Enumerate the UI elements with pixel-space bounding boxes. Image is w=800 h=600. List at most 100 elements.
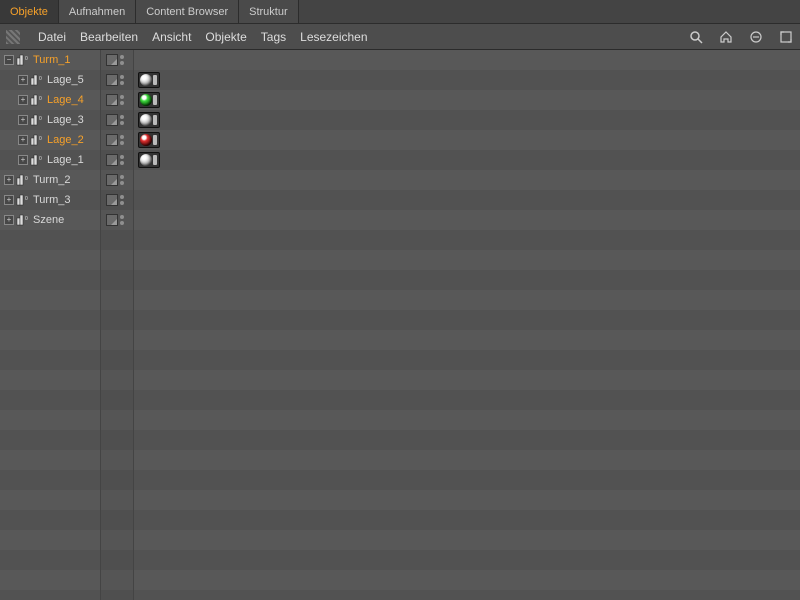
svg-text:0: 0 bbox=[39, 96, 42, 102]
layer-tag-icon[interactable] bbox=[106, 74, 118, 86]
empty-row bbox=[0, 490, 800, 510]
visibility-dots-icon[interactable] bbox=[120, 54, 128, 66]
object-tree[interactable]: −0Turm_1+0Lage_5+0Lage_4+0Lage_3+0Lage_2… bbox=[0, 50, 800, 600]
null-object-icon: 0 bbox=[16, 54, 30, 66]
layer-tag-icon[interactable] bbox=[106, 114, 118, 126]
object-label[interactable]: Turm_1 bbox=[33, 54, 71, 66]
layer-tag-icon[interactable] bbox=[106, 174, 118, 186]
tab-aufnahmen[interactable]: Aufnahmen bbox=[59, 0, 136, 23]
expand-icon[interactable]: + bbox=[18, 75, 28, 85]
null-object-icon: 0 bbox=[30, 74, 44, 86]
empty-row bbox=[0, 330, 800, 350]
collapse-icon[interactable] bbox=[748, 29, 764, 45]
layer-tag-icon[interactable] bbox=[106, 194, 118, 206]
visibility-dots-icon[interactable] bbox=[120, 194, 128, 206]
empty-row bbox=[0, 410, 800, 430]
svg-text:0: 0 bbox=[39, 76, 42, 82]
menu-lesezeichen[interactable]: Lesezeichen bbox=[300, 30, 367, 44]
empty-row bbox=[0, 390, 800, 410]
expand-icon[interactable]: + bbox=[18, 115, 28, 125]
expand-icon[interactable]: + bbox=[18, 155, 28, 165]
empty-row bbox=[0, 550, 800, 570]
object-label[interactable]: Lage_5 bbox=[47, 74, 84, 86]
tree-row[interactable]: −0Turm_1 bbox=[0, 50, 800, 70]
menu-tags[interactable]: Tags bbox=[261, 30, 286, 44]
menu-datei[interactable]: Datei bbox=[38, 30, 66, 44]
object-manager-window: ObjekteAufnahmenContent BrowserStruktur … bbox=[0, 0, 800, 600]
visibility-dots-icon[interactable] bbox=[120, 114, 128, 126]
layer-tag-icon[interactable] bbox=[106, 214, 118, 226]
material-tag-icon[interactable] bbox=[138, 92, 160, 108]
maximize-icon[interactable] bbox=[778, 29, 794, 45]
empty-row bbox=[0, 430, 800, 450]
layer-tag-icon[interactable] bbox=[106, 154, 118, 166]
menu-objekte[interactable]: Objekte bbox=[205, 30, 246, 44]
tree-row[interactable]: +0 Lage_2 bbox=[0, 130, 800, 150]
empty-row bbox=[0, 310, 800, 330]
material-tag-icon[interactable] bbox=[138, 152, 160, 168]
material-tag-icon[interactable] bbox=[138, 112, 160, 128]
expand-icon[interactable]: + bbox=[4, 195, 14, 205]
tab-content-browser[interactable]: Content Browser bbox=[136, 0, 239, 23]
empty-row bbox=[0, 230, 800, 250]
layer-tag-icon[interactable] bbox=[106, 94, 118, 106]
object-label[interactable]: Lage_3 bbox=[47, 114, 84, 126]
null-object-icon: 0 bbox=[30, 114, 44, 126]
expand-icon[interactable]: + bbox=[4, 175, 14, 185]
tab-struktur[interactable]: Struktur bbox=[239, 0, 299, 23]
null-object-icon: 0 bbox=[16, 214, 30, 226]
empty-row bbox=[0, 570, 800, 590]
svg-text:0: 0 bbox=[25, 216, 28, 222]
tree-row[interactable]: +0 Lage_4 bbox=[0, 90, 800, 110]
tree-row[interactable]: +0 Lage_1 bbox=[0, 150, 800, 170]
null-object-icon: 0 bbox=[16, 194, 30, 206]
tree-row[interactable]: +0 Turm_2 bbox=[0, 170, 800, 190]
svg-text:0: 0 bbox=[25, 196, 28, 202]
tree-row[interactable]: +0 Lage_3 bbox=[0, 110, 800, 130]
layer-tag-icon[interactable] bbox=[106, 134, 118, 146]
menubar: Datei Bearbeiten Ansicht Objekte Tags Lesezei… bbox=[0, 24, 800, 50]
empty-row bbox=[0, 590, 800, 600]
tab-objekte[interactable]: Objekte bbox=[0, 0, 59, 23]
tree-row[interactable]: +0 Turm_3 bbox=[0, 190, 800, 210]
visibility-dots-icon[interactable] bbox=[120, 174, 128, 186]
menu-ansicht[interactable]: Ansicht bbox=[152, 30, 191, 44]
object-label[interactable]: Turm_3 bbox=[33, 194, 71, 206]
object-label[interactable]: Lage_2 bbox=[47, 134, 84, 146]
null-object-icon: 0 bbox=[30, 134, 44, 146]
empty-row bbox=[0, 530, 800, 550]
svg-text:0: 0 bbox=[25, 176, 28, 182]
empty-row bbox=[0, 350, 800, 370]
tree-row[interactable]: +0 Szene bbox=[0, 210, 800, 230]
menu-bearbeiten[interactable]: Bearbeiten bbox=[80, 30, 138, 44]
home-icon[interactable] bbox=[718, 29, 734, 45]
empty-row bbox=[0, 510, 800, 530]
search-icon[interactable] bbox=[688, 29, 704, 45]
object-label[interactable]: Szene bbox=[33, 214, 64, 226]
material-tag-icon[interactable] bbox=[138, 72, 160, 88]
object-label[interactable]: Turm_2 bbox=[33, 174, 71, 186]
null-object-icon: 0 bbox=[30, 154, 44, 166]
expand-icon[interactable]: + bbox=[18, 95, 28, 105]
material-tag-icon[interactable] bbox=[138, 132, 160, 148]
null-object-icon: 0 bbox=[30, 94, 44, 106]
null-object-icon: 0 bbox=[16, 174, 30, 186]
visibility-dots-icon[interactable] bbox=[120, 134, 128, 146]
svg-text:0: 0 bbox=[39, 156, 42, 162]
tree-row[interactable]: +0 Lage_5 bbox=[0, 70, 800, 90]
visibility-dots-icon[interactable] bbox=[120, 154, 128, 166]
layer-tag-icon[interactable] bbox=[106, 54, 118, 66]
expand-icon[interactable]: + bbox=[4, 215, 14, 225]
visibility-dots-icon[interactable] bbox=[120, 74, 128, 86]
empty-row bbox=[0, 470, 800, 490]
object-label[interactable]: Lage_4 bbox=[47, 94, 84, 106]
visibility-dots-icon[interactable] bbox=[120, 94, 128, 106]
empty-row bbox=[0, 370, 800, 390]
collapse-icon[interactable]: − bbox=[4, 55, 14, 65]
visibility-dots-icon[interactable] bbox=[120, 214, 128, 226]
svg-text:0: 0 bbox=[39, 116, 42, 122]
expand-icon[interactable]: + bbox=[18, 135, 28, 145]
object-label[interactable]: Lage_1 bbox=[47, 154, 84, 166]
grip-icon[interactable] bbox=[6, 30, 20, 44]
svg-text:0: 0 bbox=[39, 136, 42, 142]
